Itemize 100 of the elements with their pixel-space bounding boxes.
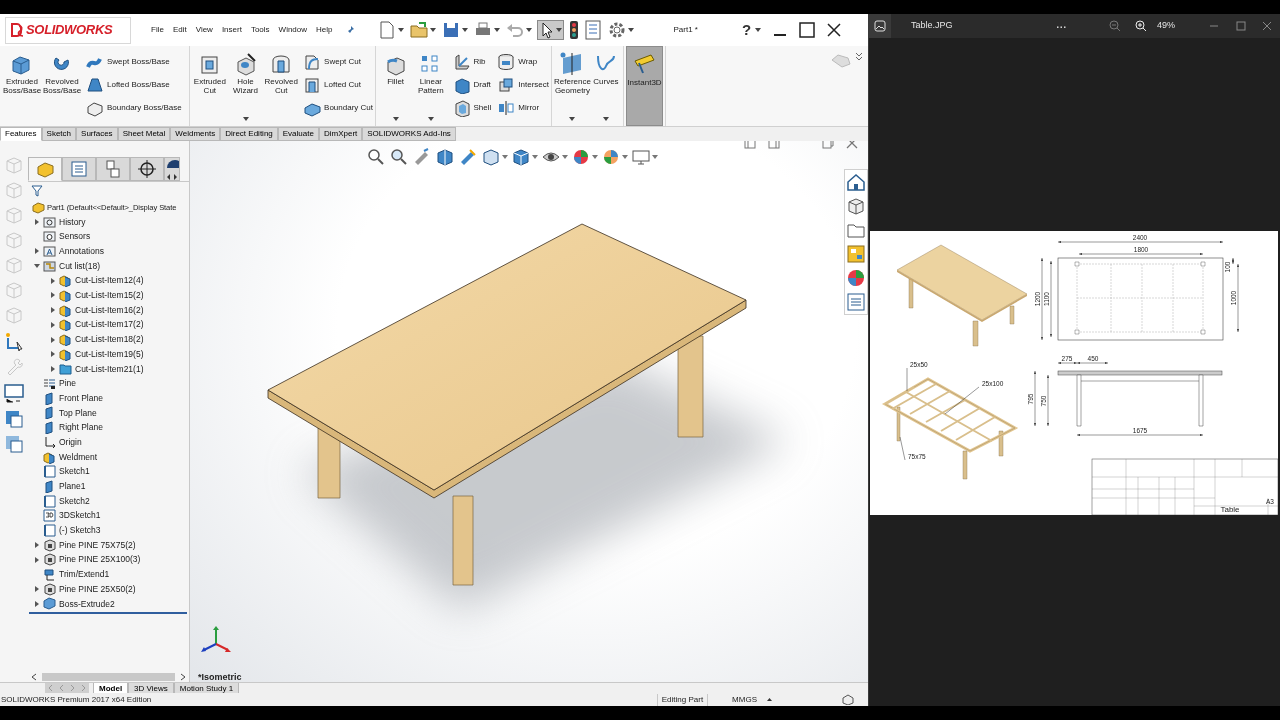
more-button[interactable]: ... xyxy=(1056,19,1068,33)
caret-icon[interactable] xyxy=(532,155,538,159)
view-toolbar-button[interactable] xyxy=(366,147,386,167)
tree-item[interactable]: Boss-Extrude2 xyxy=(59,597,115,611)
menu-item[interactable]: File xyxy=(151,24,164,36)
command-button[interactable]: Lofted Boss/Base xyxy=(86,73,182,97)
collapsed-arrow-icon[interactable] xyxy=(49,364,57,373)
tree-item[interactable]: Plane1 xyxy=(59,480,86,493)
caret-icon[interactable] xyxy=(392,117,399,121)
caret-icon[interactable] xyxy=(525,28,532,32)
command-button[interactable]: Revolved Cut xyxy=(263,46,300,126)
tree-item[interactable]: Cut-List-Item21(1) xyxy=(75,362,144,376)
caret-icon[interactable] xyxy=(562,155,568,159)
sketch-corner-icon[interactable] xyxy=(3,330,25,352)
home-icon[interactable] xyxy=(846,172,866,192)
command-button[interactable]: Draft xyxy=(452,73,492,97)
scroll-right-icon[interactable] xyxy=(179,672,187,681)
caret-icon[interactable] xyxy=(627,28,634,32)
tree-item[interactable]: Cut-List-Item16(2) xyxy=(75,303,144,317)
maximize-icon[interactable] xyxy=(1236,21,1247,31)
command-tab[interactable]: DimXpert xyxy=(318,127,363,141)
tree-item[interactable]: 3DSketch1 xyxy=(59,509,101,523)
command-tab[interactable]: Sheet Metal xyxy=(117,127,171,141)
caret-icon[interactable] xyxy=(555,28,562,32)
command-button[interactable]: Boundary Boss/Base xyxy=(86,96,182,120)
command-button[interactable]: Swept Boss/Base xyxy=(86,50,182,74)
help-button[interactable]: ? xyxy=(741,18,762,42)
command-button[interactable]: Intersect xyxy=(497,73,549,97)
tree-item[interactable]: Weldment xyxy=(59,450,98,464)
toolbar-button[interactable] xyxy=(408,20,436,40)
collapsed-arrow-icon[interactable] xyxy=(49,320,57,329)
view-toolbar-button[interactable] xyxy=(389,147,409,167)
checklist-icon[interactable] xyxy=(583,20,602,40)
tree-item[interactable]: Front Plane xyxy=(59,391,103,405)
caret-icon[interactable] xyxy=(502,155,508,159)
menu-item[interactable]: View xyxy=(195,24,213,36)
caret-icon[interactable] xyxy=(602,117,609,121)
tree-item[interactable]: Cut-List-Item15(2) xyxy=(75,289,144,302)
tree-item[interactable]: (-) Sketch3 xyxy=(59,524,101,537)
caret-icon[interactable] xyxy=(397,28,404,32)
app-icon-tile[interactable] xyxy=(869,14,891,38)
command-button[interactable]: Extruded Boss/Base xyxy=(2,46,42,126)
command-button[interactable]: Curves xyxy=(590,46,621,126)
caret-icon[interactable] xyxy=(622,155,628,159)
palette-grid-icon[interactable] xyxy=(846,244,866,264)
screen-select-icon[interactable] xyxy=(2,382,26,404)
tree-item[interactable]: Pine PINE 25X100(3) xyxy=(59,553,141,567)
window-stack-icon[interactable] xyxy=(4,434,24,454)
tree-item[interactable]: Top Plane xyxy=(59,406,97,420)
tree-item[interactable]: Pine PINE 25X50(2) xyxy=(59,582,136,596)
cube-stack-icon[interactable] xyxy=(846,196,866,216)
caret-icon[interactable] xyxy=(592,155,598,159)
command-button[interactable]: Lofted Cut xyxy=(303,73,373,97)
caret-icon[interactable] xyxy=(755,28,762,32)
command-button[interactable]: Mirror xyxy=(497,96,549,120)
tree-item[interactable]: Sketch2 xyxy=(59,494,90,508)
collapsed-arrow-icon[interactable] xyxy=(49,306,57,315)
tree-item[interactable]: Cut-List-Item18(2) xyxy=(75,333,144,346)
command-tab[interactable]: Weldments xyxy=(170,127,221,141)
close-icon[interactable] xyxy=(827,23,842,37)
collapsed-arrow-icon[interactable] xyxy=(33,541,41,550)
command-tab[interactable]: Sketch xyxy=(41,127,77,141)
rollback-bar[interactable] xyxy=(29,612,187,615)
tree-item[interactable]: Pine xyxy=(59,377,76,390)
caret-icon[interactable] xyxy=(242,117,249,121)
select-tool-button[interactable] xyxy=(536,20,564,40)
view-toolbar-button[interactable] xyxy=(435,147,455,167)
collapsed-arrow-icon[interactable] xyxy=(33,218,41,227)
collapsed-arrow-icon[interactable] xyxy=(33,599,41,608)
command-button[interactable]: Linear Pattern xyxy=(413,46,449,126)
caret-icon[interactable] xyxy=(652,155,658,159)
command-tab[interactable]: Evaluate xyxy=(277,127,319,141)
caret-icon[interactable] xyxy=(427,117,434,121)
panel-tab[interactable] xyxy=(130,157,164,181)
window-stack-icon[interactable] xyxy=(4,409,24,429)
command-button[interactable]: Boundary Cut xyxy=(303,96,373,120)
view-toolbar-button[interactable] xyxy=(571,147,598,167)
caret-icon[interactable] xyxy=(493,28,500,32)
command-button[interactable]: Fillet xyxy=(378,46,414,126)
command-tab[interactable]: SOLIDWORKS Add-Ins xyxy=(362,127,456,141)
command-tab[interactable]: Features xyxy=(0,127,42,141)
caret-icon[interactable] xyxy=(569,117,576,121)
command-button[interactable]: Revolved Boss/Base xyxy=(42,46,82,126)
command-button[interactable]: Swept Cut xyxy=(303,50,373,74)
panel-tab[interactable] xyxy=(164,157,180,181)
tree-item[interactable]: Trim/Extend1 xyxy=(59,568,110,581)
tree-item[interactable]: Cut-List-Item12(4) xyxy=(75,274,144,288)
color-sphere-icon[interactable] xyxy=(846,268,866,288)
tree-item[interactable]: Pine PINE 75X75(2) xyxy=(59,538,136,552)
collapsed-arrow-icon[interactable] xyxy=(33,555,41,564)
collapsed-arrow-icon[interactable] xyxy=(49,291,57,300)
command-button[interactable]: Reference Geometry xyxy=(554,46,591,126)
tree-item[interactable]: Annotations xyxy=(59,245,104,258)
tree-item[interactable]: Sensors xyxy=(59,230,91,244)
menu-item[interactable]: Help xyxy=(316,24,333,36)
command-button[interactable]: Wrap xyxy=(497,50,549,74)
caret-icon[interactable] xyxy=(461,28,468,32)
collapsed-arrow-icon[interactable] xyxy=(49,276,57,285)
tree-item[interactable]: Cut list(18) xyxy=(59,259,101,273)
view-toolbar-button[interactable] xyxy=(511,147,538,167)
